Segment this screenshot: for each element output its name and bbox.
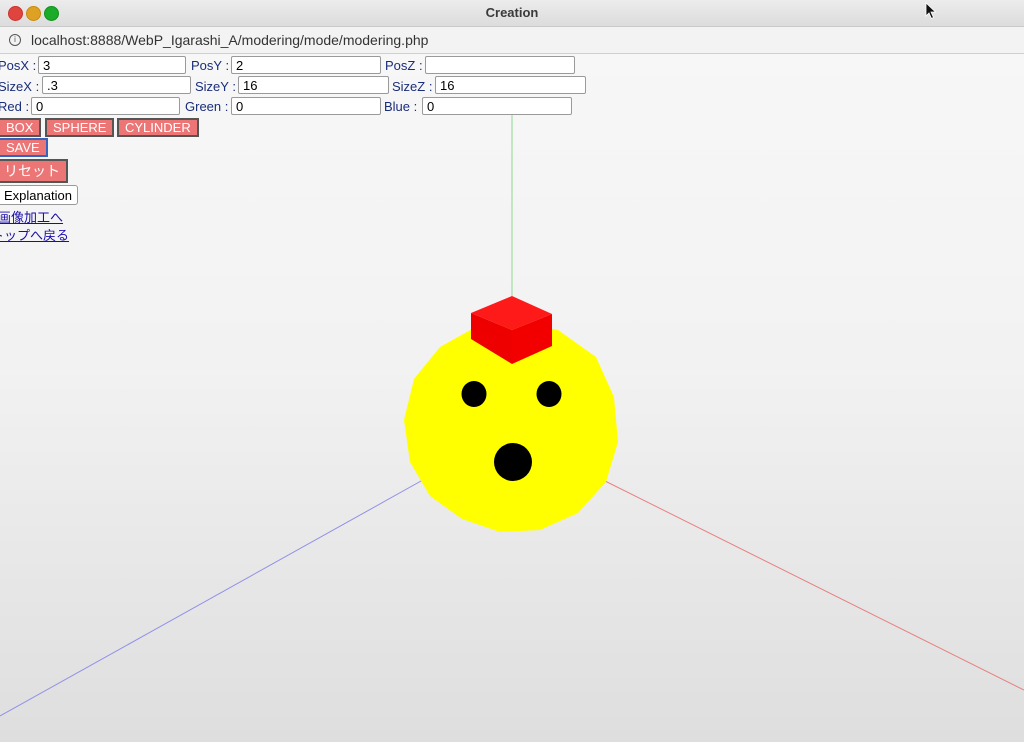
blue-label: Blue : bbox=[384, 99, 418, 114]
sizex-label: SizeX : bbox=[0, 79, 40, 94]
box-button[interactable]: BOX bbox=[0, 118, 42, 137]
address-bar[interactable]: i localhost:8888/WebP_Igarashi_A/moderin… bbox=[0, 27, 1024, 54]
sizez-input[interactable] bbox=[435, 76, 586, 94]
green-input[interactable] bbox=[231, 97, 381, 115]
sizex-input[interactable] bbox=[42, 76, 191, 94]
left-eye bbox=[461, 381, 487, 407]
mouse-cursor-icon bbox=[925, 2, 937, 20]
axis-x-line bbox=[594, 475, 1024, 691]
image-edit-link[interactable]: 画像加工へ bbox=[0, 207, 63, 226]
info-icon[interactable]: i bbox=[9, 34, 21, 46]
back-to-top-link[interactable]: トップへ戻る bbox=[0, 225, 69, 244]
three-d-scene-canvas[interactable] bbox=[0, 54, 1024, 742]
sizey-input[interactable] bbox=[238, 76, 389, 94]
window-title: Creation bbox=[485, 5, 539, 20]
cylinder-button[interactable]: CYLINDER bbox=[117, 118, 199, 137]
reset-button[interactable]: リセット bbox=[0, 159, 68, 183]
page-content: PosX : PosY : PosZ : SizeX : SizeY : Siz… bbox=[0, 54, 1024, 742]
sizez-label: SizeZ : bbox=[392, 79, 433, 94]
posx-input[interactable] bbox=[38, 56, 186, 74]
red-input[interactable] bbox=[31, 97, 180, 115]
posz-label: PosZ : bbox=[385, 58, 423, 73]
sizey-label: SizeY : bbox=[195, 79, 236, 94]
right-eye bbox=[536, 381, 562, 407]
url-text[interactable]: localhost:8888/WebP_Igarashi_A/modering/… bbox=[31, 32, 428, 48]
mouth bbox=[494, 443, 532, 481]
sphere-button[interactable]: SPHERE bbox=[45, 118, 115, 137]
axis-z-line bbox=[0, 475, 431, 717]
blue-input[interactable] bbox=[422, 97, 572, 115]
posy-label: PosY : bbox=[191, 58, 230, 73]
posz-input[interactable] bbox=[425, 56, 575, 74]
posx-label: PosX : bbox=[0, 58, 37, 73]
window-titlebar: Creation bbox=[0, 0, 1024, 27]
green-label: Green : bbox=[185, 99, 229, 114]
posy-input[interactable] bbox=[231, 56, 381, 74]
explanation-button[interactable]: Explanation bbox=[0, 185, 78, 205]
red-label: Red : bbox=[0, 99, 30, 114]
save-button[interactable]: SAVE bbox=[0, 138, 48, 157]
